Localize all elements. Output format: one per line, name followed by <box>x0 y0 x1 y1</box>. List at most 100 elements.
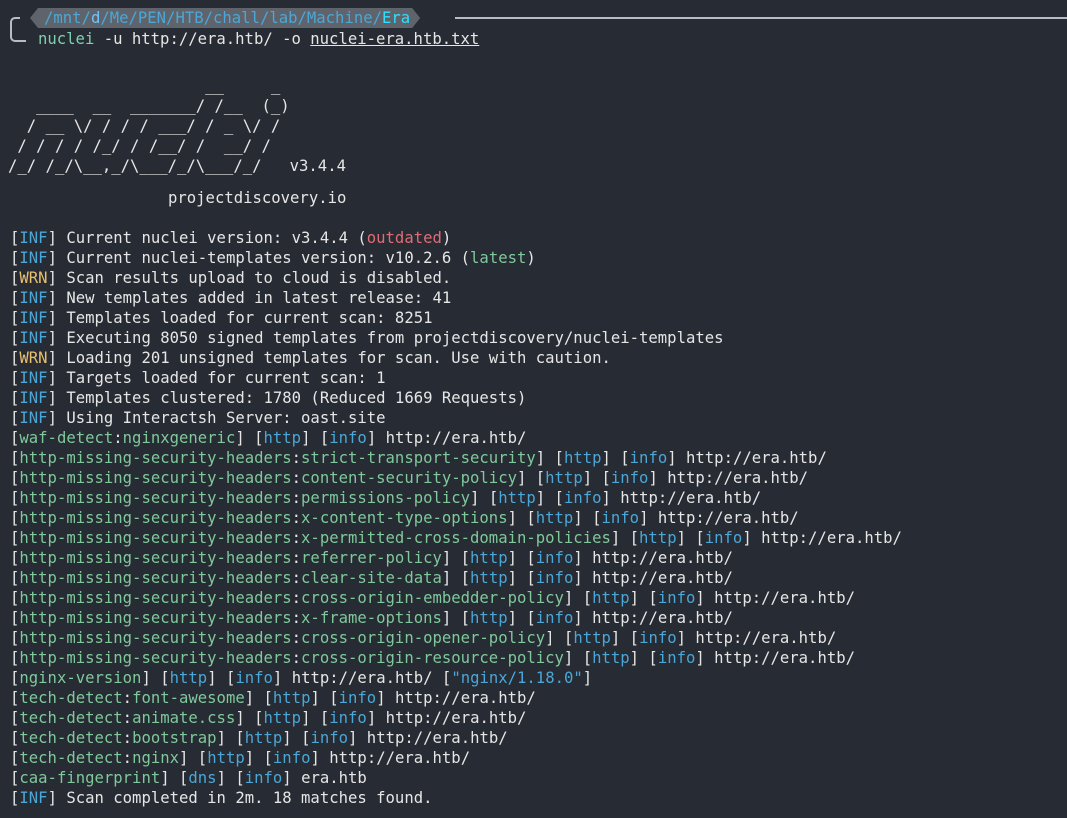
output-segment: [ <box>10 229 20 247</box>
output-segment: : <box>291 469 302 487</box>
output-segment: http-missing-security-headers <box>19 489 292 507</box>
output-line: [tech-detect:animate.css] [http] [info] … <box>10 708 902 728</box>
output-segment: cross-origin-embedder-policy <box>301 589 564 607</box>
output-line: [http-missing-security-headers:referrer-… <box>10 548 902 568</box>
output-line: [tech-detect:bootstrap] [http] [info] ht… <box>10 728 902 748</box>
output-segment: ] [ <box>216 729 245 747</box>
output-segment: ] [ <box>441 549 471 567</box>
output-segment: x-frame-options <box>301 609 442 627</box>
output-segment: [ <box>10 689 20 707</box>
output-segment: [ <box>10 489 20 507</box>
output-segment: ] http://era.htb/ <box>639 509 799 527</box>
output-segment: [ <box>10 729 20 747</box>
output-segment: info <box>629 449 668 467</box>
banner-site: projectdiscovery.io <box>168 189 347 207</box>
output-segment: ] [ <box>545 629 574 647</box>
terminal-window[interactable]: /mnt/d/Me/PEN/HTB/chall/lab/Machine/Era … <box>0 0 1067 818</box>
output-line: [WRN] Loading 201 unsigned templates for… <box>10 348 902 368</box>
output-segment: info <box>657 649 696 667</box>
output-segment: ] http://era.htb/ <box>601 489 762 507</box>
command-executable: nuclei <box>38 30 95 48</box>
output-segment: : <box>291 549 302 567</box>
output-segment: ] http://era.htb/ <box>667 449 827 467</box>
output-segment: http <box>169 669 208 687</box>
output-line: [http-missing-security-headers:x-frame-o… <box>10 608 902 628</box>
output-line: [tech-detect:font-awesome] [http] [info]… <box>10 688 902 708</box>
output-segment: ] [ <box>507 549 536 567</box>
output-segment: nginx-version <box>19 669 142 687</box>
output-segment: : <box>113 429 123 447</box>
output-segment: http-missing-security-headers <box>19 549 292 567</box>
output-segment: ] http://era.htb/ <box>676 629 837 647</box>
output-segment: ] [ <box>563 589 593 607</box>
output-line: [INF] Current nuclei version: v3.4.4 (ou… <box>10 228 902 248</box>
output-segment: ] [ <box>507 569 536 587</box>
output-segment: ] Scan results upload to cloud is disabl… <box>47 269 452 287</box>
output-segment: outdated <box>366 229 442 247</box>
output-segment: [ <box>10 429 20 447</box>
output-segment: ] [ <box>573 509 602 527</box>
output-segment: [ <box>10 569 20 587</box>
output-segment: ] [ <box>301 429 330 447</box>
output-segment: http-missing-security-headers <box>19 509 292 527</box>
output-line: [INF] Scan completed in 2m. 18 matches f… <box>10 788 902 808</box>
path-prefix: /mnt/ <box>44 9 91 27</box>
output-segment: http-missing-security-headers <box>19 469 292 487</box>
output-segment: clear-site-data <box>301 569 442 587</box>
output-segment: info <box>657 589 696 607</box>
output-segment: INF <box>19 389 48 407</box>
output-segment: info <box>535 569 574 587</box>
output-segment: http-missing-security-headers <box>19 449 292 467</box>
output-line: [http-missing-security-headers:x-permitt… <box>10 528 902 548</box>
output-segment: [ <box>10 249 20 267</box>
output-segment: ] [ <box>507 509 536 527</box>
command-line[interactable]: nuclei -u http://era.htb/ -o nuclei-era.… <box>38 29 479 49</box>
output-segment: INF <box>19 409 48 427</box>
output-segment: ] [ <box>676 529 705 547</box>
output-segment: tech-detect <box>19 749 123 767</box>
output-segment: http-missing-security-headers <box>19 649 292 667</box>
output-segment: ] era.htb <box>282 769 367 787</box>
output-segment: [ <box>10 789 20 807</box>
output-segment: ] Targets loaded for current scan: 1 <box>47 369 386 387</box>
output-segment: http <box>535 509 574 527</box>
output-segment: ] Templates loaded for current scan: 825… <box>47 309 433 327</box>
output-segment: ] http://era.htb/ <box>648 469 809 487</box>
output-segment: : <box>291 529 302 547</box>
output-line: [caa-fingerprint] [dns] [info] era.htb <box>10 768 902 788</box>
output-segment: [ <box>10 629 20 647</box>
output-segment: [ <box>10 349 20 367</box>
output-segment: dns <box>188 769 217 787</box>
output-segment: http <box>470 549 508 567</box>
output-segment: ] http://era.htb/ <box>376 689 536 707</box>
output-segment: http-missing-security-headers <box>19 589 292 607</box>
output-segment: "nginx/1.18.0" <box>451 669 583 687</box>
output-segment: ] http://era.htb/ <box>573 549 733 567</box>
output-segment: ] [ <box>282 729 311 747</box>
output-segment: http <box>592 589 630 607</box>
output-line: [INF] Targets loaded for current scan: 1 <box>10 368 902 388</box>
output-segment: [ <box>10 329 20 347</box>
output-segment: http <box>545 469 583 487</box>
output-segment: ] http://era.htb/ <box>366 429 527 447</box>
output-segment: http <box>470 569 508 587</box>
command-args: -u http://era.htb/ -o <box>94 30 311 48</box>
output-segment: caa-fingerprint <box>19 769 161 787</box>
output-segment: ] [ <box>160 769 189 787</box>
output-line: [tech-detect:nginx] [http] [info] http:/… <box>10 748 902 768</box>
output-segment: : <box>122 729 133 747</box>
output-line: [INF] Templates clustered: 1780 (Reduced… <box>10 388 902 408</box>
output-segment: [ <box>10 589 20 607</box>
output-segment: [ <box>10 649 20 667</box>
output-segment: INF <box>19 369 48 387</box>
output-segment: [ <box>10 609 20 627</box>
output-segment: : <box>122 709 133 727</box>
output-segment: ] http://era.htb/ <box>742 529 902 547</box>
output-segment: ] [ <box>207 669 236 687</box>
output-segment: strict-transport-security <box>301 449 536 467</box>
output-segment: : <box>291 509 302 527</box>
output-segment: info <box>244 769 283 787</box>
output-segment: [ <box>10 369 20 387</box>
output-segment: tech-detect <box>19 689 123 707</box>
output-segment: ] [ <box>141 669 170 687</box>
